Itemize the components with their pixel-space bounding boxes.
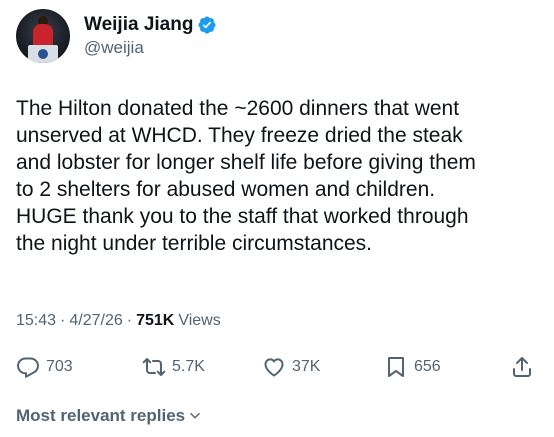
like-count: 37K	[292, 358, 321, 375]
repost-button[interactable]: 5.7K	[142, 352, 205, 382]
share-icon	[513, 357, 531, 377]
replies-sort-dropdown[interactable]: Most relevant replies	[16, 406, 202, 426]
views-count: 751K	[136, 312, 175, 329]
author-names: Weijia Jiang @weijia	[84, 14, 217, 58]
repost-icon	[142, 358, 166, 376]
share-button[interactable]	[510, 352, 534, 382]
reply-button[interactable]: 703	[16, 352, 73, 382]
meta-separator: ·	[126, 312, 133, 329]
like-icon	[264, 358, 284, 377]
views-label: Views	[178, 312, 221, 329]
bookmark-icon	[388, 357, 404, 377]
meta-separator: ·	[60, 312, 66, 329]
bookmark-button[interactable]: 656	[384, 352, 441, 382]
chevron-down-icon	[190, 412, 200, 419]
tweet-time[interactable]: 15:43	[16, 312, 56, 330]
repost-count: 5.7K	[172, 358, 205, 375]
action-bar: 703 5.7K 37K 656	[0, 352, 554, 382]
replies-sort-label: Most relevant replies	[16, 406, 186, 425]
verified-badge-icon	[198, 16, 217, 34]
author-name-row: Weijia Jiang	[84, 14, 217, 36]
like-button[interactable]: 37K	[262, 352, 320, 382]
tweet-meta: 15:43 · 4/27/26 · 751K Views	[16, 312, 221, 330]
avatar[interactable]	[16, 9, 70, 63]
author-handle[interactable]: @weijia	[84, 38, 217, 58]
avatar-seal	[38, 49, 48, 59]
reply-count: 703	[46, 358, 73, 375]
author-display-name[interactable]: Weijia Jiang	[84, 14, 193, 36]
bookmark-count: 656	[414, 358, 441, 375]
reply-icon	[17, 357, 39, 378]
tweet-date[interactable]: 4/27/26	[69, 312, 122, 330]
tweet-text: The Hilton donated the ~2600 dinners tha…	[16, 97, 476, 255]
tweet-header: Weijia Jiang @weijia	[16, 8, 217, 64]
